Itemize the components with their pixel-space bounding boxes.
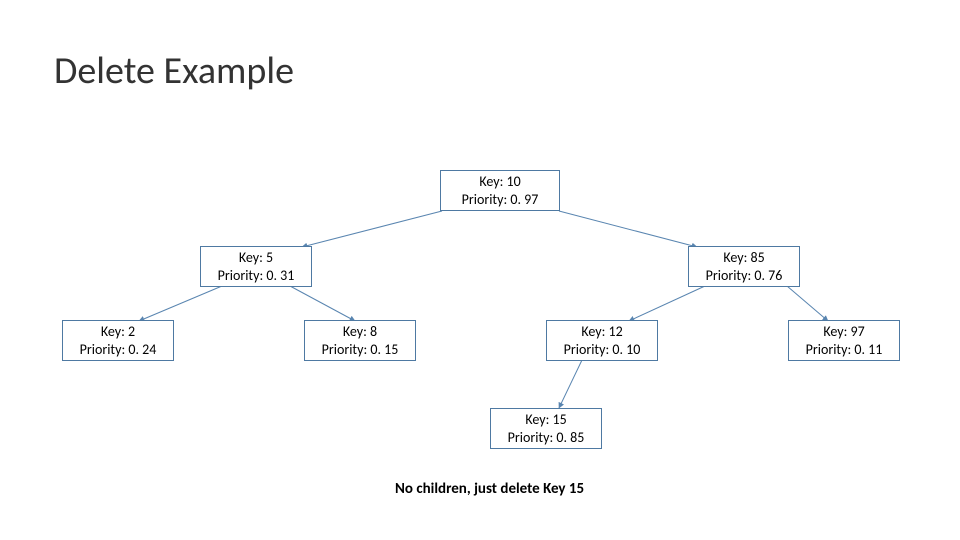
tree-node-85: Key: 85 Priority: 0. 76 [688,246,800,287]
node-priority: Priority: 0. 10 [553,341,651,359]
tree-node-root: Key: 10 Priority: 0. 97 [440,170,560,211]
node-key: Key: 15 [497,411,595,429]
node-key: Key: 10 [447,173,553,191]
node-priority: Priority: 0. 97 [447,191,553,209]
node-priority: Priority: 0. 24 [69,341,167,359]
node-priority: Priority: 0. 85 [497,429,595,447]
tree-node-97: Key: 97 Priority: 0. 11 [788,320,900,361]
node-key: Key: 12 [553,323,651,341]
page-title: Delete Example [54,48,294,94]
node-key: Key: 2 [69,323,167,341]
caption-text: No children, just delete Key 15 [395,480,584,498]
node-priority: Priority: 0. 31 [207,267,305,285]
node-key: Key: 8 [311,323,409,341]
tree-node-2: Key: 2 Priority: 0. 24 [62,320,174,361]
node-key: Key: 85 [695,249,793,267]
tree-node-5: Key: 5 Priority: 0. 31 [200,246,312,287]
tree-node-15: Key: 15 Priority: 0. 85 [490,408,602,449]
node-priority: Priority: 0. 11 [795,341,893,359]
node-priority: Priority: 0. 15 [311,341,409,359]
node-priority: Priority: 0. 76 [695,267,793,285]
tree-node-8: Key: 8 Priority: 0. 15 [304,320,416,361]
node-key: Key: 5 [207,249,305,267]
node-key: Key: 97 [795,323,893,341]
tree-node-12: Key: 12 Priority: 0. 10 [546,320,658,361]
